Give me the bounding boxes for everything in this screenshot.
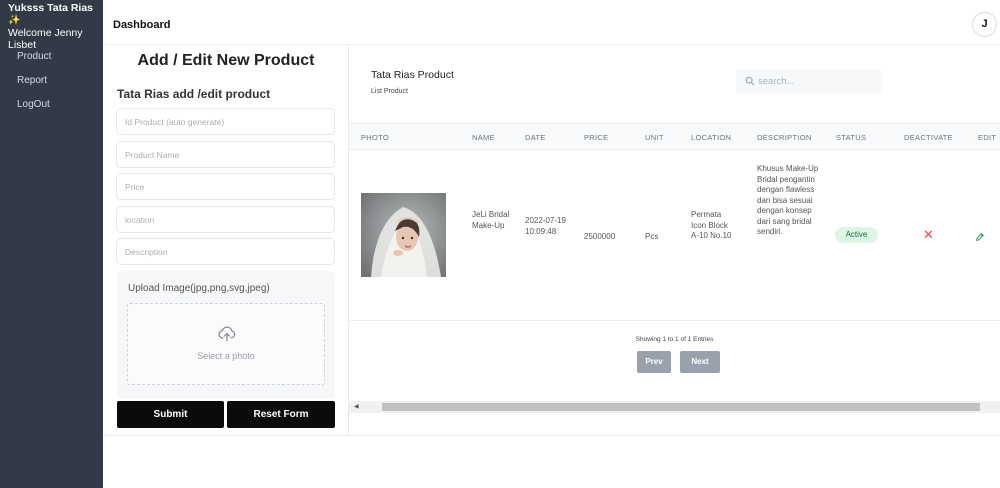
sidebar-item-product[interactable]: Product xyxy=(17,51,51,75)
close-icon[interactable]: ✕ xyxy=(923,228,934,241)
pencil-icon[interactable] xyxy=(975,229,985,247)
entries-info: Showing 1 to 1 of 1 Entries xyxy=(635,336,714,343)
avatar[interactable]: J xyxy=(972,12,997,37)
sidebar: Yuksss Tata Rias ✨ Welcome Jenny Lisbet … xyxy=(0,0,103,488)
prev-button[interactable]: Prev xyxy=(637,351,671,373)
sidebar-nav: Product Report LogOut xyxy=(17,51,51,123)
th-name: NAME xyxy=(472,133,495,142)
form-subtitle: Tata Rias add /edit product xyxy=(117,87,271,101)
select-photo-text: Select a photo xyxy=(197,351,255,361)
scrollbar-thumb[interactable] xyxy=(382,403,980,411)
form-title: Add / Edit New Product xyxy=(137,52,315,69)
page-title: Dashboard xyxy=(113,19,171,31)
th-unit: UNIT xyxy=(645,133,664,142)
sparkle-icon: ✨ xyxy=(8,15,21,26)
upload-label: Upload Image(jpg,png,svg,jpeg) xyxy=(128,283,270,294)
brand-name: Yuksss Tata Rias xyxy=(8,2,94,14)
cell-description: Khusus Make-Up Bridal pengantin dengan f… xyxy=(757,164,819,236)
search-input[interactable] xyxy=(758,73,873,90)
photo-dropzone[interactable]: Select a photo xyxy=(127,303,325,385)
sidebar-item-report[interactable]: Report xyxy=(17,75,51,99)
bride-photo xyxy=(361,193,446,277)
table-title: Tata Rias Product xyxy=(371,69,454,81)
th-description: DESCRIPTION xyxy=(757,133,812,142)
search-icon xyxy=(745,76,755,86)
submit-button[interactable]: Submit xyxy=(117,401,224,428)
cell-date: 2022-07-19 10:09:48 xyxy=(525,216,566,236)
cloud-upload-icon xyxy=(218,326,236,342)
th-status: STATUS xyxy=(836,133,867,142)
th-date: DATE xyxy=(525,133,546,142)
row-divider xyxy=(349,320,1000,321)
id-product-field[interactable] xyxy=(116,108,335,135)
main-content: Add / Edit New Product Tata Rias add /ed… xyxy=(103,45,1000,488)
sidebar-item-logout[interactable]: LogOut xyxy=(17,99,51,123)
product-form-panel: Add / Edit New Product Tata Rias add /ed… xyxy=(103,45,349,436)
reset-form-button[interactable]: Reset Form xyxy=(227,401,335,428)
cell-price: 2500000 xyxy=(584,232,616,241)
top-bar: Dashboard J xyxy=(103,0,1000,45)
location-field[interactable] xyxy=(116,206,335,233)
horizontal-scrollbar[interactable]: ◀ xyxy=(349,401,1000,413)
sidebar-brand: Yuksss Tata Rias ✨ Welcome Jenny Lisbet xyxy=(8,2,103,51)
product-name-field[interactable] xyxy=(116,141,335,168)
status-badge: Active xyxy=(835,227,878,243)
th-photo: PHOTO xyxy=(361,133,390,142)
th-deactivate: DEACTIVATE xyxy=(904,133,953,142)
description-field[interactable] xyxy=(116,238,335,265)
product-photo xyxy=(361,193,446,277)
cell-location: Permata Icon Block A-10 No.10 xyxy=(691,210,732,240)
th-location: LOCATION xyxy=(691,133,732,142)
search-box[interactable] xyxy=(736,69,882,94)
table-subtitle: List Product xyxy=(371,88,408,95)
next-button[interactable]: Next xyxy=(680,351,720,373)
scroll-left-icon[interactable]: ◀ xyxy=(354,403,359,410)
upload-image-box: Upload Image(jpg,png,svg,jpeg) Select a … xyxy=(117,271,335,399)
th-price: PRICE xyxy=(584,133,609,142)
cell-name: JeLi Bridal Make-Up xyxy=(472,210,510,230)
product-table-panel: Tata Rias Product List Product PHOTO NAM… xyxy=(349,45,1000,436)
price-field[interactable] xyxy=(116,173,335,200)
cell-unit: Pcs xyxy=(645,232,659,241)
table-header: PHOTO NAME DATE PRICE UNIT LOCATION DESC… xyxy=(349,123,1000,150)
welcome-text: Welcome Jenny Lisbet xyxy=(8,27,83,51)
th-edit: EDIT xyxy=(978,133,997,142)
